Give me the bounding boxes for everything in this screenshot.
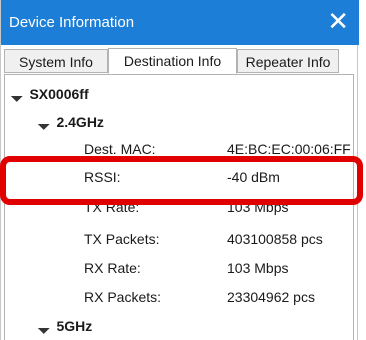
tx-packets-label: TX Packets: [84, 231, 160, 247]
rx-rate-value: 103 Mbps [227, 260, 289, 276]
title-bar: Device Information ✕ [1, 0, 359, 45]
destination-info-panel: ◢ SX0006ff ◢ 2.4GHz Dest. MAC: 4E:BC:EC:00… [4, 74, 354, 340]
rx-packets-value: 23304962 pcs [227, 289, 315, 305]
dest-mac-label: Dest. MAC: [84, 141, 156, 157]
expand-triangle-icon[interactable]: ◢ [37, 320, 52, 335]
tree-node-2-4ghz[interactable]: ◢ 2.4GHz [37, 114, 104, 131]
rx-packets-label: RX Packets: [84, 289, 162, 305]
expand-triangle-icon[interactable]: ◢ [37, 116, 52, 131]
tree-node-device[interactable]: ◢ SX0006ff [10, 86, 89, 103]
rx-rate-label: RX Rate: [84, 260, 141, 276]
tab-system-info[interactable]: System Info [4, 49, 108, 73]
tab-destination-info[interactable]: Destination Info [108, 48, 237, 74]
expand-triangle-icon[interactable]: ◢ [10, 88, 25, 103]
device-id: SX0006ff [29, 86, 89, 102]
tx-packets-value: 403100858 pcs [227, 231, 323, 247]
close-icon[interactable]: ✕ [327, 8, 349, 34]
window-title: Device Information [9, 14, 135, 31]
tab-strip: System Info Destination Info Repeater In… [4, 48, 354, 75]
dest-mac-value: 4E:BC:EC:00:06:FF [227, 141, 351, 157]
tree-node-5ghz[interactable]: ◢ 5GHz [37, 318, 93, 335]
band-label: 5GHz [56, 318, 93, 334]
rssi-highlight-box [0, 156, 363, 205]
band-label: 2.4GHz [56, 114, 104, 130]
tab-repeater-info[interactable]: Repeater Info [237, 49, 339, 73]
